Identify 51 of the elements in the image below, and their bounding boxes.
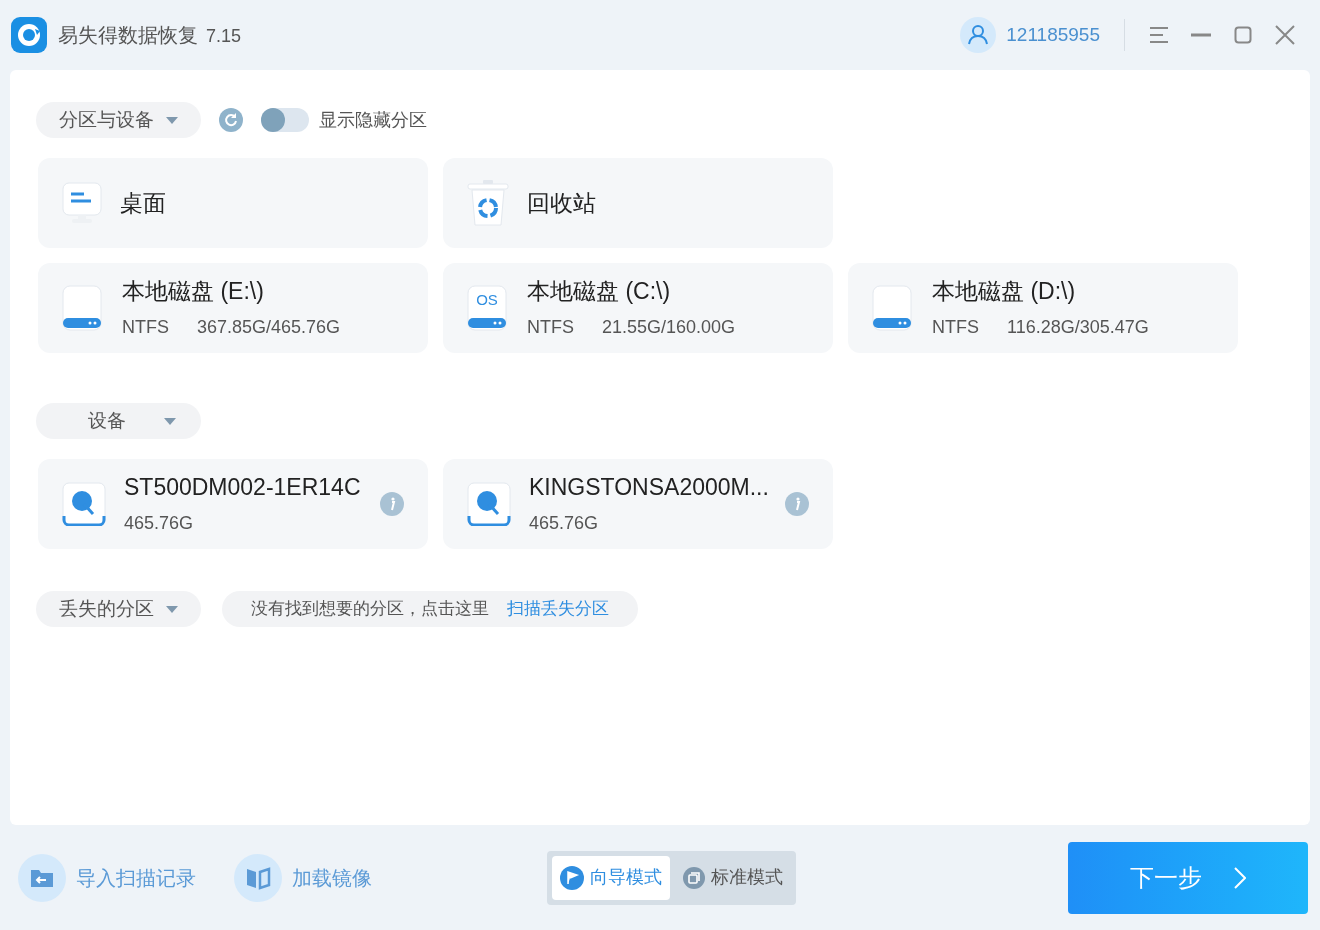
app-version: 7.15 — [206, 24, 242, 48]
device-name: ST500DM002-1ER14C — [124, 472, 362, 502]
drive-icon — [62, 285, 102, 331]
filesystem-label: NTFS — [122, 315, 170, 339]
trash-bin-icon — [467, 179, 509, 227]
book-icon — [234, 853, 282, 902]
partition-title: 本地磁盘 (D:\) — [932, 276, 1077, 306]
refresh-icon — [219, 108, 243, 132]
drive-icon: OS — [467, 285, 507, 331]
chevron-right-icon — [1234, 866, 1246, 889]
hint-text: 没有找到想要的分区，点击这里 — [251, 598, 489, 621]
switch-label: 显示隐藏分区 — [319, 108, 427, 132]
info-icon[interactable] — [785, 492, 809, 516]
info-icon[interactable] — [380, 492, 404, 516]
device-size: 465.76G — [529, 511, 600, 535]
hidden-partitions-switch[interactable] — [261, 108, 309, 132]
partition-title: 本地磁盘 (C:\) — [527, 276, 672, 306]
app-logo-icon — [11, 17, 47, 53]
disk-usage: 116.28G/305.47G — [1007, 315, 1149, 339]
device-size: 465.76G — [124, 511, 195, 535]
section-dropdown[interactable]: 设备 — [36, 403, 201, 439]
disk-usage: 21.55G/160.00G — [602, 315, 736, 339]
drive-icon — [872, 285, 912, 331]
filesystem-label: NTFS — [932, 315, 980, 339]
app-name: 易失得数据恢复 — [58, 23, 198, 48]
caret-icon — [163, 417, 176, 425]
device-card[interactable]: KINGSTONSA2000M... 465.76G — [443, 459, 833, 549]
caret-icon — [166, 116, 178, 124]
location-card[interactable]: 回收站 — [443, 158, 833, 248]
disk-usage: 367.85G/465.76G — [197, 315, 341, 339]
close-icon[interactable] — [1273, 23, 1297, 47]
location-card[interactable]: 桌面 — [38, 158, 428, 248]
mode-tab[interactable]: 向导模式 — [552, 855, 670, 900]
section-dropdown[interactable]: 丢失的分区 — [36, 591, 201, 627]
user-avatar-icon — [960, 17, 997, 53]
location-title: 桌面 — [120, 188, 166, 218]
caret-icon — [166, 605, 178, 613]
flag-icon — [560, 865, 584, 890]
device-name: KINGSTONSA2000M... — [529, 472, 770, 502]
mode-tab[interactable]: 标准模式 — [675, 855, 791, 900]
location-title: 回收站 — [527, 188, 596, 218]
partition-card[interactable]: 本地磁盘 (E:\) NTFS 367.85G/465.76G — [38, 263, 428, 353]
folder-icon — [18, 853, 66, 902]
device-card[interactable]: ST500DM002-1ER14C 465.76G — [38, 459, 428, 549]
copy-icon — [683, 866, 705, 889]
partition-card[interactable]: OS 本地磁盘 (C:\) NTFS 21.55G/160.00G — [443, 263, 833, 353]
monitor-icon — [62, 182, 102, 224]
section-dropdown[interactable]: 分区与设备 — [36, 102, 201, 138]
partition-title: 本地磁盘 (E:\) — [122, 276, 265, 306]
partition-card[interactable]: 本地磁盘 (D:\) NTFS 116.28G/305.47G — [848, 263, 1238, 353]
filesystem-label: NTFS — [527, 315, 575, 339]
